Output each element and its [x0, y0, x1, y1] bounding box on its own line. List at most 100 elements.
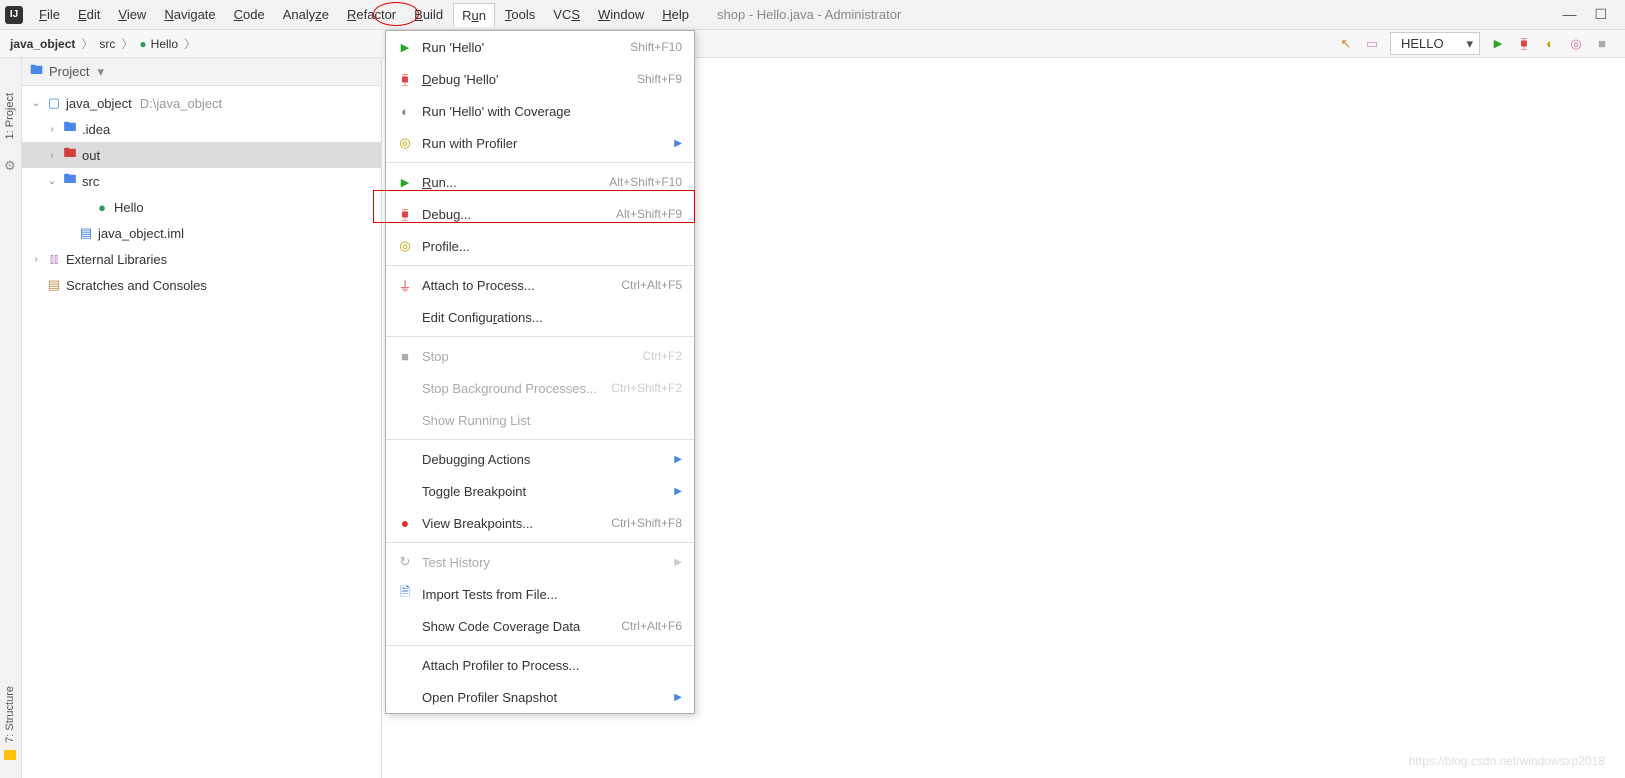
tree-root[interactable]: ⌄▢ java_objectD:\java_object: [22, 90, 381, 116]
menu-run-coverage[interactable]: ◐ Run 'Hello' with Coverage: [386, 95, 694, 127]
stop-icon: ■: [396, 349, 414, 364]
menu-run-profiler[interactable]: ◎ Run with Profiler ▶: [386, 127, 694, 159]
breadcrumb-separator: 〉: [121, 35, 133, 52]
navbar: java_object 〉 src 〉 ● Hello 〉 ↖ ▭ HELLO …: [0, 30, 1625, 58]
bug-icon: ⧯: [396, 72, 414, 87]
menubar: File Edit View Navigate Code Analyze Ref…: [31, 3, 697, 27]
main-area: 1: Project ⚙ 7: Structure 🖿 Project ▾ ⌄▢…: [0, 58, 1625, 778]
debug-icon[interactable]: ⧯: [1516, 36, 1532, 52]
menu-import-tests[interactable]: 🗎 Import Tests from File...: [386, 578, 694, 610]
project-panel: 🖿 Project ▾ ⌄▢ java_objectD:\java_object…: [22, 58, 382, 778]
project-panel-header[interactable]: 🖿 Project ▾: [22, 58, 381, 86]
tree-iml[interactable]: ▤java_object.iml: [22, 220, 381, 246]
coverage-icon[interactable]: ◐: [1542, 36, 1558, 52]
minimize-button[interactable]: —: [1562, 6, 1576, 23]
menu-attach-profiler[interactable]: Attach Profiler to Process...: [386, 649, 694, 681]
breakpoint-icon: ●: [396, 515, 414, 531]
menu-code[interactable]: Code: [226, 3, 273, 27]
menu-view[interactable]: View: [110, 3, 154, 27]
run-icon: ▶: [396, 41, 414, 54]
tree-external-libs[interactable]: ›⫾⫾External Libraries: [22, 246, 381, 272]
menu-window[interactable]: Window: [590, 3, 652, 27]
breadcrumb[interactable]: java_object 〉 src 〉 ● Hello 〉: [10, 35, 198, 52]
chevron-down-icon[interactable]: ▾: [97, 64, 104, 80]
titlebar: IJ File Edit View Navigate Code Analyze …: [0, 0, 1625, 30]
tree-idea[interactable]: ›🖿.idea: [22, 116, 381, 142]
stop-icon[interactable]: ■: [1594, 36, 1610, 52]
app-logo: IJ: [5, 6, 23, 24]
menu-debug-hello[interactable]: ⧯ Debug 'Hello' Shift+F9: [386, 63, 694, 95]
breadcrumb-file[interactable]: Hello: [151, 37, 178, 51]
back-nav-icon[interactable]: ↖: [1338, 36, 1354, 52]
menu-run-hello[interactable]: ▶ Run 'Hello' Shift+F10: [386, 31, 694, 63]
profiler-icon[interactable]: ◎: [1568, 36, 1584, 52]
window-title: shop - Hello.java - Administrator: [717, 7, 901, 22]
menu-show-running: Show Running List: [386, 404, 694, 436]
menu-open-snapshot[interactable]: Open Profiler Snapshot ▶: [386, 681, 694, 713]
menu-separator: [386, 439, 694, 440]
menu-tools[interactable]: Tools: [497, 3, 543, 27]
menu-debug-generic[interactable]: ⧯ Debug... Alt+Shift+F9: [386, 198, 694, 230]
chevron-right-icon: ▶: [674, 692, 682, 703]
menu-build[interactable]: Build: [406, 3, 451, 27]
tool-window-project[interactable]: 1: Project: [4, 93, 16, 139]
menu-attach-process[interactable]: ⏚ Attach to Process... Ctrl+Alt+F5: [386, 269, 694, 301]
menu-separator: [386, 265, 694, 266]
menu-separator: [386, 162, 694, 163]
menu-edit-configs[interactable]: Edit Configurations...: [386, 301, 694, 333]
window-controls: — ☐: [1562, 6, 1625, 23]
select-device-icon[interactable]: ▭: [1364, 36, 1380, 52]
breadcrumb-separator: 〉: [81, 35, 93, 52]
tree-out[interactable]: ›🖿out: [22, 142, 381, 168]
menu-separator: [386, 542, 694, 543]
run-icon: ▶: [396, 176, 414, 189]
menu-vcs[interactable]: VCS: [545, 3, 588, 27]
clock-icon: ↻: [396, 554, 414, 570]
menu-view-breakpoints[interactable]: ● View Breakpoints... Ctrl+Shift+F8: [386, 507, 694, 539]
menu-separator: [386, 336, 694, 337]
run-config-selector[interactable]: HELLO: [1390, 32, 1480, 55]
chevron-right-icon: ▶: [674, 454, 682, 465]
tree-src[interactable]: ⌄🖿src: [22, 168, 381, 194]
coverage-icon: ◐: [396, 104, 414, 119]
watermark: https://blog.csdn.net/windowsxp2018: [1409, 754, 1605, 768]
tree-scratches[interactable]: ▤Scratches and Consoles: [22, 272, 381, 298]
gutter-highlight: [4, 750, 16, 760]
chevron-right-icon: ▶: [674, 138, 682, 149]
tree-hello[interactable]: ●Hello: [22, 194, 381, 220]
bug-icon: ⧯: [396, 207, 414, 222]
menu-separator: [386, 645, 694, 646]
profiler-icon: ◎: [396, 238, 414, 254]
menu-run[interactable]: Run: [453, 3, 495, 27]
plug-icon: ⏚: [396, 276, 414, 295]
menu-toggle-breakpoint[interactable]: Toggle Breakpoint ▶: [386, 475, 694, 507]
run-icon[interactable]: ▶: [1490, 36, 1506, 52]
breadcrumb-project[interactable]: java_object: [10, 37, 75, 51]
profiler-icon: ◎: [396, 135, 414, 151]
menu-stop-bg: Stop Background Processes... Ctrl+Shift+…: [386, 372, 694, 404]
menu-navigate[interactable]: Navigate: [156, 3, 223, 27]
breadcrumb-separator: 〉: [184, 35, 196, 52]
chevron-right-icon: ▶: [674, 557, 682, 568]
project-panel-title: Project: [49, 64, 89, 79]
tool-window-structure[interactable]: 7: Structure: [4, 686, 16, 743]
menu-analyze[interactable]: Analyze: [275, 3, 337, 27]
menu-debug-actions[interactable]: Debugging Actions ▶: [386, 443, 694, 475]
menu-run-generic[interactable]: ▶ Run... Alt+Shift+F10: [386, 166, 694, 198]
menu-show-coverage[interactable]: Show Code Coverage Data Ctrl+Alt+F6: [386, 610, 694, 642]
project-tree[interactable]: ⌄▢ java_objectD:\java_object ›🖿.idea ›🖿o…: [22, 86, 381, 298]
menu-file[interactable]: File: [31, 3, 68, 27]
left-gutter: 1: Project ⚙ 7: Structure: [0, 58, 22, 778]
menu-refactor[interactable]: Refactor: [339, 3, 404, 27]
document-icon: 🗎: [396, 583, 414, 605]
run-menu-dropdown: ▶ Run 'Hello' Shift+F10 ⧯ Debug 'Hello' …: [385, 30, 695, 714]
toolbar-right: ↖ ▭ HELLO ▶ ⧯ ◐ ◎ ■: [1338, 32, 1625, 55]
gear-icon[interactable]: ⚙: [4, 158, 16, 174]
breadcrumb-src[interactable]: src: [99, 37, 115, 51]
menu-stop: ■ Stop Ctrl+F2: [386, 340, 694, 372]
menu-edit[interactable]: Edit: [70, 3, 108, 27]
menu-help[interactable]: Help: [654, 3, 697, 27]
menu-profile-generic[interactable]: ◎ Profile...: [386, 230, 694, 262]
maximize-button[interactable]: ☐: [1594, 6, 1607, 23]
menu-test-history: ↻ Test History ▶: [386, 546, 694, 578]
